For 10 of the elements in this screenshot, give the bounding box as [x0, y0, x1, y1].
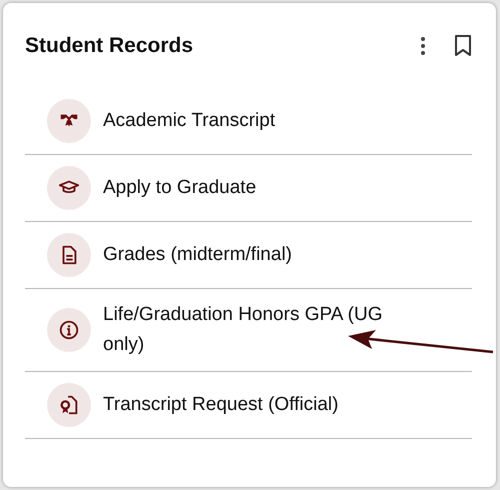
card-title: Student Records	[25, 34, 194, 58]
certificate-icon	[58, 394, 80, 416]
link-text[interactable]: Academic Transcript	[103, 106, 276, 136]
info-icon	[58, 319, 80, 341]
link-text[interactable]: Transcript Request (Official)	[103, 390, 338, 420]
link-text[interactable]: Life/Graduation Honors GPA (UG only)	[103, 300, 421, 360]
link-text[interactable]: Grades (midterm/final)	[103, 240, 292, 270]
bookmark-icon[interactable]	[454, 35, 472, 57]
more-options-icon[interactable]	[420, 36, 426, 56]
link-text[interactable]: Apply to Graduate	[103, 173, 256, 203]
